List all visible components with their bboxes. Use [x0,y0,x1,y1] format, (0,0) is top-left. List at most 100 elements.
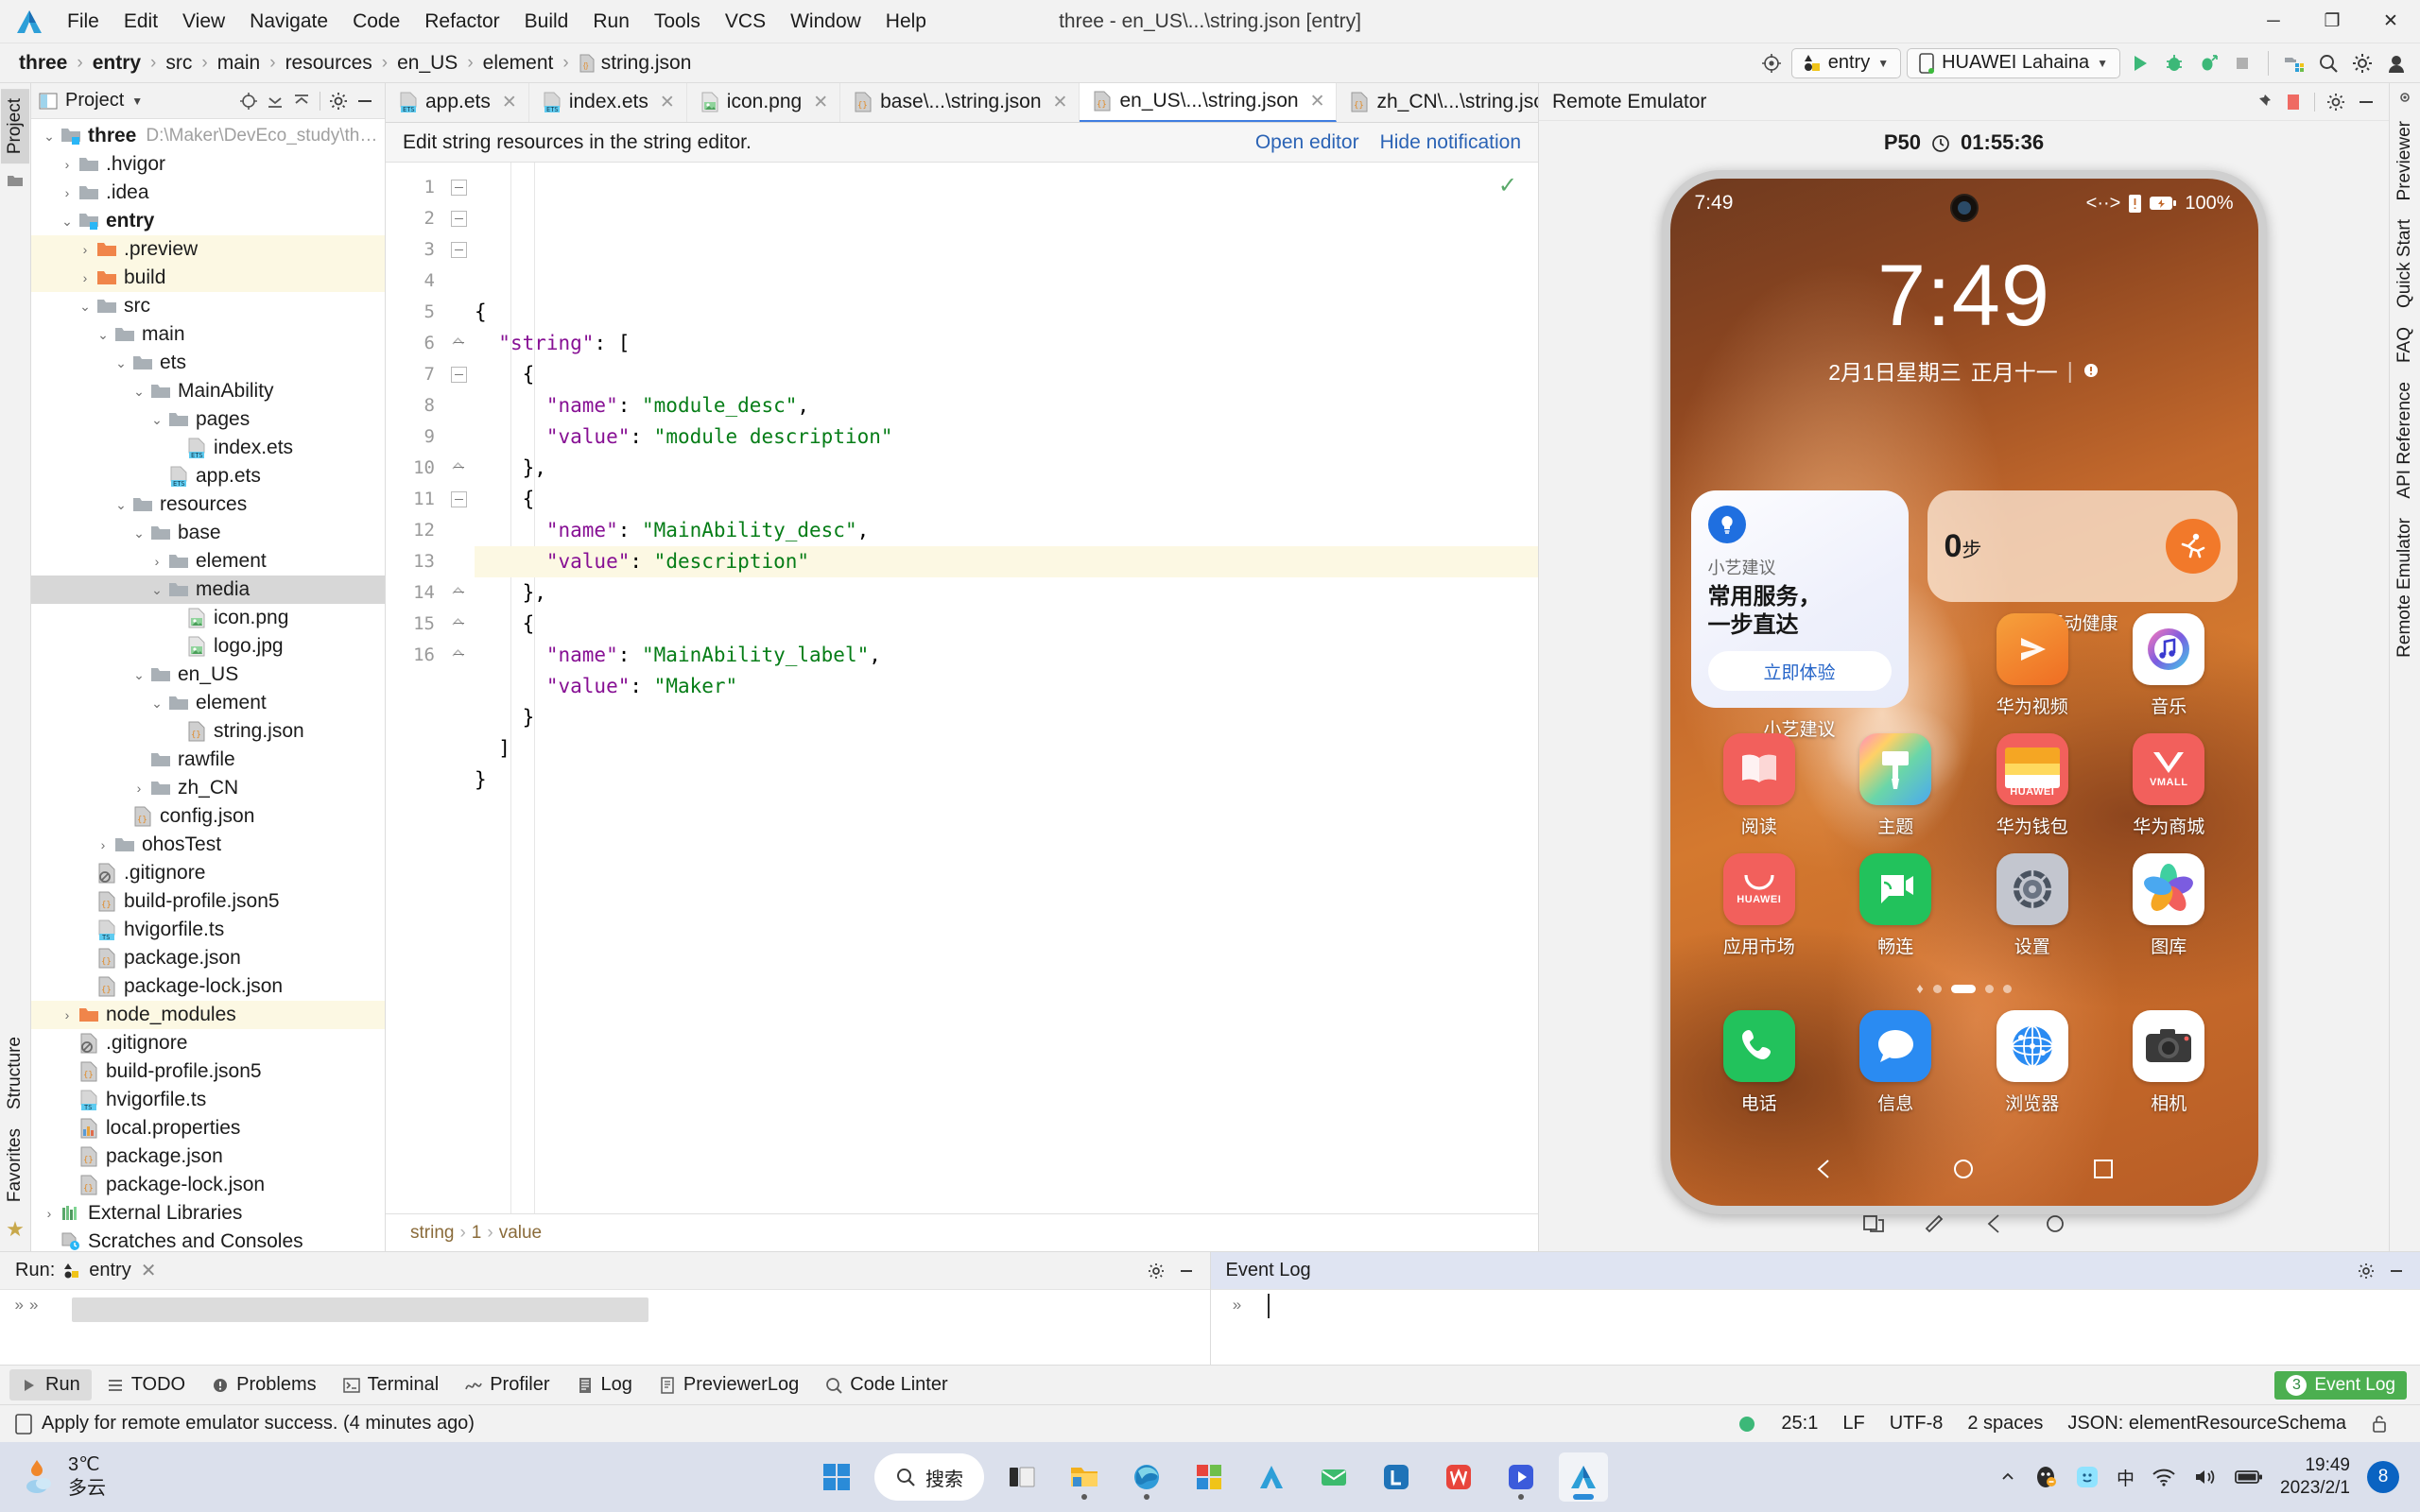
tool-strip-terminal[interactable]: Terminal [332,1369,451,1400]
editor-breadcrumb-item[interactable]: value [499,1223,542,1244]
file-encoding[interactable]: UTF-8 [1890,1413,1944,1435]
deveco-studio-button[interactable] [1559,1452,1608,1502]
home-nav-icon[interactable] [1951,1157,1976,1181]
phone-screen[interactable]: 7:49 <··> 100% 7:49 2月1日星期三 正月十一 | 小艺建议 … [1669,179,2258,1206]
device-selector[interactable]: HUAWEI Lahaina ▼ [1907,47,2120,78]
chevron-down-icon[interactable]: ⌄ [129,384,149,400]
battery-tray-icon[interactable] [2235,1469,2263,1486]
page-dot[interactable] [1984,985,1994,993]
phone-app-grid[interactable]: 华为视频 音乐 阅读 主题 HUAWEI 华为钱包 VMALL 华为商城 HUAWEI 应用市场 畅… [1691,613,2238,1130]
editor-tab-app-ets[interactable]: ETS app.ets ✕ [386,83,529,122]
menu-item-help[interactable]: Help [873,7,939,37]
tool-tab-structure[interactable]: Structure [1,1027,29,1119]
taskbar-search-box[interactable]: 搜索 [874,1453,984,1501]
tree-node-element[interactable]: ⌄ element [31,689,385,717]
close-icon[interactable]: ✕ [502,92,517,113]
editor-tab-en-us-----string-json[interactable]: {} en_US\...\string.json ✕ [1080,83,1338,122]
tree-node-local-properties[interactable]: local.properties [31,1114,385,1143]
chevron-down-icon[interactable]: ⌄ [147,412,167,428]
maximize-button[interactable]: ❐ [2303,0,2361,43]
breadcrumb-item-string-json[interactable]: {} string.json [575,50,696,77]
tree-node-package-json[interactable]: {} package.json [31,944,385,972]
tool-strip-problems[interactable]: Problems [200,1369,327,1400]
module-selector[interactable]: entry ▼ [1790,47,1902,78]
code-line[interactable]: "name": "MainAbility_label", [475,640,1538,671]
stop-emulator-icon[interactable] [2284,93,2303,112]
app-icon-reader[interactable]: 阅读 [1691,733,1828,838]
close-icon[interactable]: ✕ [1310,91,1325,112]
close-button[interactable]: ✕ [2361,0,2420,43]
code-line[interactable]: }, [475,577,1538,609]
menu-item-tools[interactable]: Tools [642,7,713,37]
tool-strip-todo[interactable]: TODO [95,1369,197,1400]
menu-item-build[interactable]: Build [512,7,581,37]
tree-node-pages[interactable]: ⌄ pages [31,405,385,434]
tree-node-media[interactable]: ⌄ media [31,576,385,604]
editor-tab-zh-cn-----string-json[interactable]: {}zh_CN\...\string.json✕ [1337,83,1538,122]
caret-position[interactable]: 25:1 [1781,1413,1818,1435]
chevron-right-icon[interactable]: › [93,837,113,852]
fold-toggle-icon[interactable] [442,234,475,266]
tree-node-rawfile[interactable]: rawfile [31,746,385,774]
lock-icon[interactable] [2371,1415,2388,1434]
tree-node-element[interactable]: › element [31,547,385,576]
chevron-down-icon[interactable]: ⌄ [75,299,95,315]
tree-node--idea[interactable]: › .idea [31,179,385,207]
file-explorer-button[interactable] [1060,1452,1109,1502]
ime-indicator[interactable]: 中 [2117,1465,2135,1490]
breadcrumb-item-main[interactable]: main [214,50,265,77]
collapse-all-icon[interactable] [263,89,287,113]
code-line[interactable]: ] [475,733,1538,765]
fold-toggle-icon[interactable] [442,640,475,671]
taskbar-weather-widget[interactable]: 3℃ 多云 [0,1453,106,1501]
chevron-right-icon[interactable]: › [57,185,78,200]
tree-node-package-lock-json[interactable]: {} package-lock.json [31,972,385,1001]
editor-tab-index-ets[interactable]: ETS index.ets ✕ [529,83,687,122]
fold-toggle-icon[interactable] [442,484,475,515]
tree-node-scratches-and-consoles[interactable]: Scratches and Consoles [31,1228,385,1251]
tree-node-index-ets[interactable]: ETS index.ets [31,434,385,462]
fold-toggle-icon[interactable] [442,453,475,484]
app-icon-music[interactable]: 音乐 [2100,613,2238,718]
run-config-name[interactable]: entry [89,1260,130,1281]
inspection-status-icon[interactable]: ✓ [1498,172,1517,199]
chevron-down-icon[interactable]: ⌄ [129,525,149,541]
breadcrumb-item-src[interactable]: src [162,50,196,77]
app-icon-wallet[interactable]: HUAWEI 华为钱包 [1964,733,2101,838]
fold-toggle-icon[interactable] [442,328,475,359]
tree-node-config-json[interactable]: {} config.json [31,802,385,831]
chevron-right-icon[interactable]: › [129,781,149,796]
chevron-right-icon[interactable]: › [57,1007,78,1022]
tool-strip-previewerlog[interactable]: PreviewerLog [648,1369,810,1400]
hide-panel-icon[interactable] [1178,1263,1195,1280]
code-editor[interactable]: 1 2 3 4 5 6 7 8 9 10 11 12 13 14 15 16 { "string": [ { … [386,163,1538,1213]
code-line[interactable]: "name": "MainAbility_desc", [475,515,1538,546]
search-icon[interactable] [2314,49,2342,77]
chevron-right-icon[interactable]: › [39,1206,60,1221]
app-icon-vmall[interactable]: VMALL 华为商城 [2100,733,2238,838]
code-line[interactable]: "value": "description" [475,546,1538,577]
emulator-home-icon[interactable] [2043,1211,2067,1236]
expand-chevrons-icon[interactable]: » [29,1296,38,1314]
tree-node-node-modules[interactable]: › node_modules [31,1001,385,1029]
menu-item-run[interactable]: Run [580,7,642,37]
video-player-button[interactable] [1496,1452,1546,1502]
tree-node-zh-cn[interactable]: › zh_CN [31,774,385,802]
app-icon-browser[interactable]: 浏览器 [1964,1010,2101,1115]
chevron-down-icon[interactable]: ⌄ [129,667,149,683]
debug-button[interactable] [2160,49,2188,77]
fold-toggle-icon[interactable] [442,172,475,203]
event-log-body[interactable]: » [1210,1290,2420,1365]
tree-node-package-json[interactable]: {} package.json [31,1143,385,1171]
tray-expand-icon[interactable] [1999,1469,2016,1486]
gear-icon[interactable] [2358,1263,2375,1280]
fold-toggle-icon[interactable] [442,577,475,609]
close-icon[interactable]: ✕ [1053,92,1068,113]
app-icon-meetime[interactable]: 畅连 [1827,853,1964,958]
chevron-down-icon[interactable]: ⌄ [39,129,60,145]
tree-node-src[interactable]: ⌄ src [31,292,385,320]
volume-icon[interactable] [2193,1467,2218,1487]
minimize-button[interactable]: ─ [2244,0,2303,43]
health-steps-card[interactable]: 0步 [1927,490,2238,602]
tree-node--preview[interactable]: › .preview [31,235,385,264]
